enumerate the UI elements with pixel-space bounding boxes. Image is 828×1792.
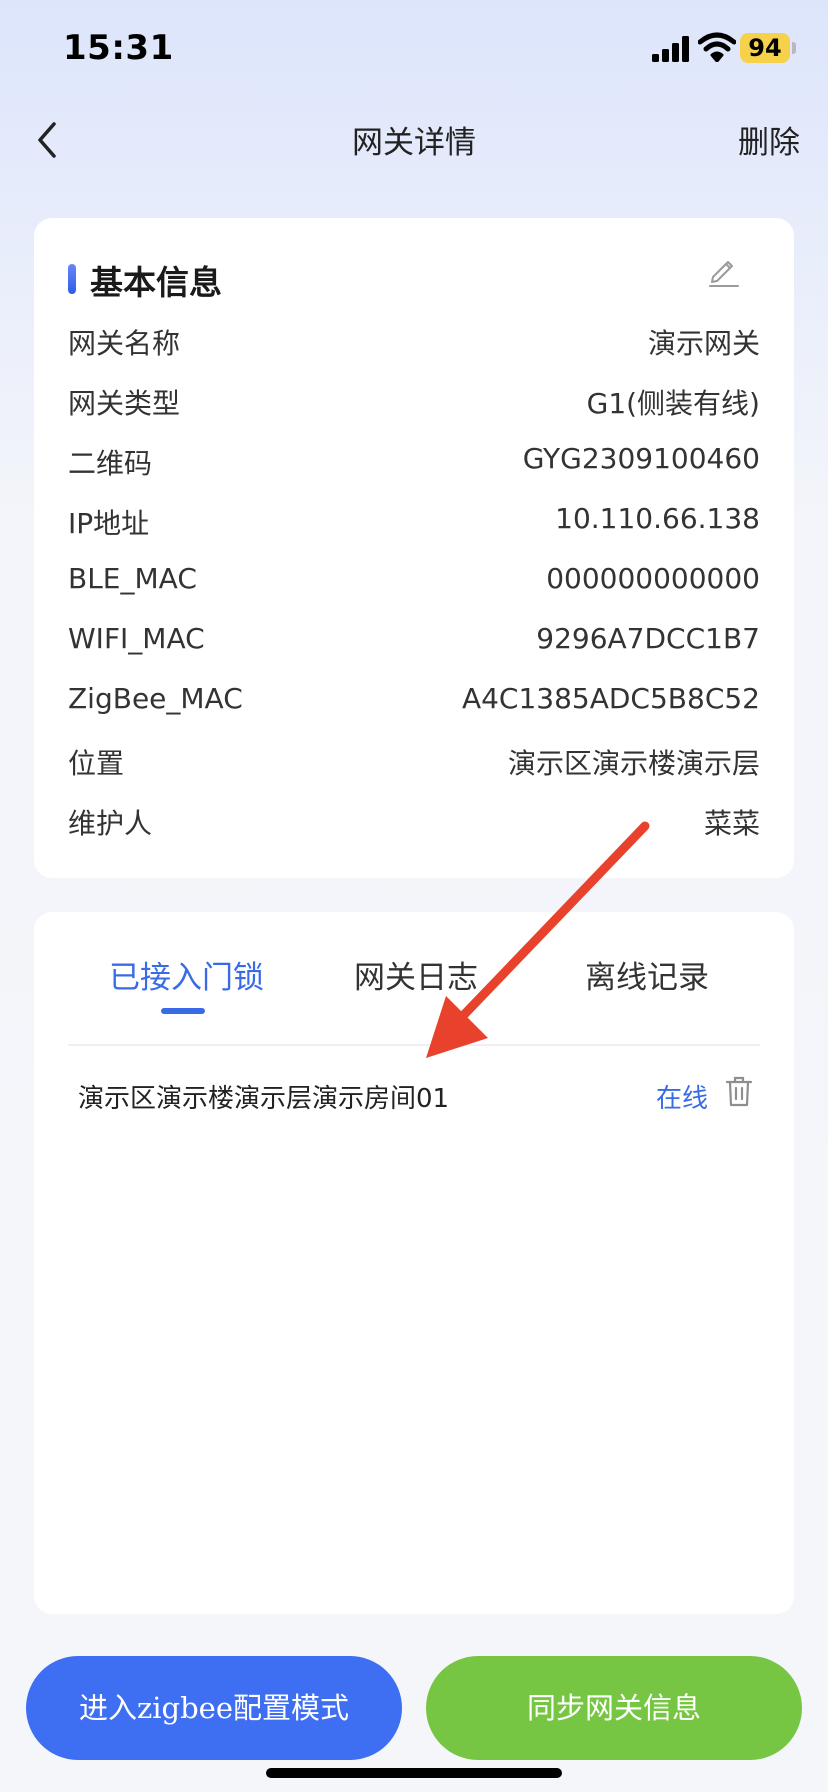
info-label: 网关类型	[68, 387, 181, 420]
battery-level: 94	[748, 34, 782, 62]
info-value: A4C1385ADC5B8C52	[461, 682, 760, 715]
info-value: 10.110.66.138	[555, 502, 760, 535]
cellular-signal-icon	[652, 36, 689, 62]
info-row-gateway-type: 网关类型 G1(侧装有线)	[68, 382, 760, 422]
status-time: 15:31	[63, 28, 174, 68]
info-label: BLE_MAC	[68, 562, 197, 595]
enter-zigbee-config-button[interactable]: 进入zigbee配置模式	[26, 1656, 402, 1760]
list-item[interactable]: 演示区演示楼演示层演示房间01 在线	[78, 1072, 760, 1122]
info-row-qr-code: 二维码 GYG2309100460	[68, 442, 760, 482]
tab-connected-locks[interactable]: 已接入门锁	[109, 952, 264, 997]
info-row-location: 位置 演示区演示楼演示层	[68, 742, 760, 782]
section-accent-bar	[68, 264, 76, 294]
active-tab-indicator	[161, 1008, 205, 1014]
info-label: 维护人	[68, 807, 153, 840]
info-value: 9296A7DCC1B7	[536, 622, 760, 655]
info-row-ble-mac: BLE_MAC 000000000000	[68, 562, 760, 602]
battery-tip	[792, 42, 796, 54]
delete-button[interactable]: 删除	[738, 117, 800, 162]
info-value: G1(侧装有线)	[586, 387, 760, 420]
trash-icon[interactable]	[724, 1074, 754, 1108]
info-label: ZigBee_MAC	[68, 682, 243, 715]
annotation-arrow-icon	[426, 821, 650, 1058]
info-label: IP地址	[68, 507, 150, 540]
status-bar: 15:31 94	[0, 0, 828, 100]
status-badge: 在线	[655, 1084, 708, 1114]
info-label: WIFI_MAC	[68, 622, 205, 655]
home-indicator	[266, 1768, 562, 1778]
info-label: 网关名称	[68, 327, 181, 360]
info-value: 演示网关	[647, 327, 760, 360]
battery-icon: 94	[740, 33, 790, 63]
info-value: 演示区演示楼演示层	[507, 747, 760, 780]
info-label: 位置	[68, 747, 125, 780]
info-value: 000000000000	[546, 562, 760, 595]
page-title: 网关详情	[352, 125, 476, 161]
info-row-gateway-name: 网关名称 演示网关	[68, 322, 760, 362]
info-row-zigbee-mac: ZigBee_MAC A4C1385ADC5B8C52	[68, 682, 760, 722]
edit-pencil-icon[interactable]	[706, 252, 742, 288]
lock-name: 演示区演示楼演示层演示房间01	[78, 1084, 450, 1114]
section-title: 基本信息	[90, 263, 222, 302]
info-value: GYG2309100460	[522, 442, 760, 475]
info-row-wifi-mac: WIFI_MAC 9296A7DCC1B7	[68, 622, 760, 662]
info-value: 菜菜	[703, 807, 760, 840]
basic-info-card: 基本信息 网关名称 演示网关 网关类型 G1(侧装有线) 二维码 GYG2309…	[34, 218, 794, 878]
sync-gateway-info-button[interactable]: 同步网关信息	[426, 1656, 802, 1760]
info-row-ip-address: IP地址 10.110.66.138	[68, 502, 760, 542]
info-label: 二维码	[68, 447, 153, 480]
wifi-icon	[698, 32, 736, 62]
